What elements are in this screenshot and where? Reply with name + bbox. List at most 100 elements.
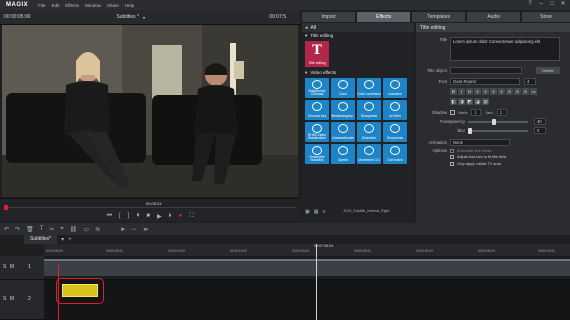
effect-tile[interactable]: Art filter	[383, 100, 407, 120]
effect-tile[interactable]: Movement 3.0	[357, 144, 381, 164]
effect-tile[interactable]: Color correction	[357, 78, 381, 98]
effect-tile[interactable]: Weakeningrey...	[331, 100, 355, 120]
preset-3-icon[interactable]: ◩	[466, 98, 473, 105]
chevron-down-icon[interactable]: ▾	[143, 15, 145, 20]
font-size-field[interactable]: 4	[524, 78, 536, 85]
justify-icon[interactable]: ≡	[498, 88, 505, 95]
italic-button[interactable]: I	[458, 88, 465, 95]
checkbox[interactable]	[450, 162, 454, 166]
help-icon[interactable]: ?	[527, 1, 533, 7]
preset-5-icon[interactable]: ▤	[482, 98, 489, 105]
track-header[interactable]: S M 2	[0, 280, 44, 320]
tab-store[interactable]: Store	[522, 12, 570, 22]
trim-icon[interactable]: ⇹	[143, 226, 148, 233]
solo-mute-buttons[interactable]: S M	[3, 296, 15, 302]
text-icon[interactable]: T	[40, 226, 44, 232]
preset-2-icon[interactable]: ◨	[458, 98, 465, 105]
back-icon[interactable]: ◂	[305, 25, 308, 31]
menu-help[interactable]: Help	[125, 3, 134, 8]
tab-effects[interactable]: Effects	[357, 12, 411, 22]
record-icon[interactable]: ●	[179, 213, 183, 219]
section-video-effects[interactable]: ▾ Video effects	[302, 69, 414, 76]
solo-mute-buttons[interactable]: S M	[3, 264, 15, 270]
effect-tile[interactable]: Sharpness	[357, 100, 381, 120]
underline-button[interactable]: U	[466, 88, 473, 95]
transparency-field[interactable]: 40	[534, 118, 546, 125]
effect-tile[interactable]: Chroma key	[305, 100, 329, 120]
title-editing-tile[interactable]: T Title editing	[305, 41, 329, 67]
menu-window[interactable]: Window	[85, 3, 101, 8]
align-center-icon[interactable]: ≡	[482, 88, 489, 95]
list-view-icon[interactable]: ≡	[322, 209, 325, 215]
preview-scrubber[interactable]: 00:05:24	[0, 198, 300, 210]
preset-1-icon[interactable]: ◧	[450, 98, 457, 105]
in-point-icon[interactable]: [	[119, 213, 121, 219]
effect-tile[interactable]: Unsweetheate	[331, 122, 355, 142]
add-tab-icon[interactable]: +	[68, 237, 72, 243]
next-frame-icon[interactable]: ⏵	[169, 213, 172, 220]
delete-button[interactable]: Delete	[536, 67, 560, 74]
project-tab[interactable]: Subtitles*	[24, 235, 58, 244]
mode-icon[interactable]: ≋	[95, 226, 100, 233]
menu-edit[interactable]: Edit	[51, 3, 59, 8]
all-effects-header[interactable]: ◂ All	[302, 23, 414, 32]
timeline-ruler[interactable]: 00:07:35:24 00:00:00:00 00:00:05:00 00:0…	[44, 244, 570, 256]
outline-icon[interactable]: A	[514, 88, 521, 95]
video-track-lane[interactable]	[44, 256, 570, 280]
transparency-slider[interactable]	[468, 118, 528, 125]
maximize-icon[interactable]: □	[549, 1, 555, 7]
blur-slider[interactable]	[468, 127, 528, 134]
animation-select[interactable]: None	[450, 139, 510, 146]
close-icon[interactable]: ✕	[560, 1, 566, 7]
marker-icon[interactable]: ⌖	[60, 226, 63, 233]
menu-file[interactable]: File	[38, 3, 45, 8]
tab-audio[interactable]: Audio	[467, 12, 521, 22]
section-title-editing[interactable]: ▾ Title editing	[302, 32, 414, 39]
redo-icon[interactable]: ↷	[15, 226, 20, 233]
shadow-checkbox[interactable]	[450, 110, 455, 115]
effect-tile[interactable]: Smart/elle blackfills	[305, 144, 329, 164]
prev-frame-icon[interactable]: ⏴	[136, 213, 139, 220]
checkbox[interactable]	[450, 155, 454, 159]
range-icon[interactable]: ↔	[131, 226, 137, 232]
vert-field[interactable]: 1	[496, 109, 507, 116]
effect-tile[interactable]: Dot match	[383, 144, 407, 164]
grid-view-icon[interactable]: ▦	[314, 209, 319, 215]
horiz-field[interactable]: 1	[471, 109, 482, 116]
track-header[interactable]: S M 1	[0, 256, 44, 280]
effect-tile[interactable]: Distortion	[357, 122, 381, 142]
effect-tile[interactable]: Color	[331, 78, 355, 98]
effect-tile[interactable]: Brightness/ Contrast	[305, 78, 329, 98]
align-left-icon[interactable]: ≡	[474, 88, 481, 95]
effect-tile[interactable]: Sharpness	[383, 122, 407, 142]
tab-templates[interactable]: Templates	[412, 12, 466, 22]
pointer-icon[interactable]: ➤	[120, 226, 125, 233]
slider-knob[interactable]	[492, 118, 496, 125]
title-track-lane[interactable]	[44, 280, 570, 320]
menu-effects[interactable]: Effects	[65, 3, 79, 8]
video-clip[interactable]	[44, 259, 570, 276]
title-text-field[interactable]: Lorem ipsum dolor Consectetuer adipiscin…	[450, 37, 560, 61]
scrub-track[interactable]	[4, 207, 296, 208]
slider-knob[interactable]	[468, 127, 472, 134]
preset-4-icon[interactable]: ◪	[474, 98, 481, 105]
cut-icon[interactable]: ✂	[49, 226, 54, 233]
link-icon[interactable]: ⛓	[70, 226, 78, 233]
prev-marker-icon[interactable]: ⏮	[107, 213, 112, 220]
tab-import[interactable]: Import	[302, 12, 356, 22]
effect-tile[interactable]: RHMI Video Stabilization	[305, 122, 329, 142]
shadow-icon[interactable]: A	[522, 88, 529, 95]
minimize-icon[interactable]: –	[538, 1, 544, 7]
menu-share[interactable]: Share	[107, 3, 119, 8]
out-point-icon[interactable]: ]	[128, 213, 130, 219]
title-object-select[interactable]	[450, 67, 522, 74]
play-icon[interactable]: ▶	[157, 213, 162, 220]
folder-icon[interactable]: ▣	[305, 209, 310, 215]
effect-tile[interactable]: Speed	[331, 144, 355, 164]
bold-button[interactable]: B	[450, 88, 457, 95]
stop-icon[interactable]: ■	[146, 213, 150, 219]
group-icon[interactable]: ▭	[83, 226, 89, 233]
align-right-icon[interactable]: ≡	[490, 88, 497, 95]
font-select[interactable]: Gara Round	[450, 78, 520, 85]
text-color-icon[interactable]: A	[506, 88, 513, 95]
